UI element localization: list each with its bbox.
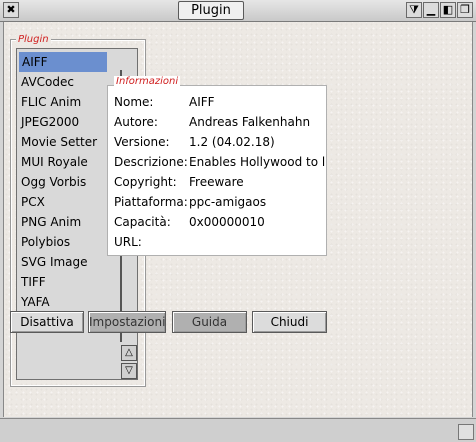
- info-value: AIFF: [189, 95, 215, 109]
- info-value: 0x00000010: [189, 215, 265, 229]
- info-label: URL:: [114, 235, 142, 249]
- close-icon[interactable]: ✖: [3, 2, 19, 18]
- plugin-group-label: Plugin: [16, 34, 51, 45]
- disable-button[interactable]: Disattiva: [10, 311, 84, 333]
- info-panel: Nome: AIFF Autore: Andreas Falkenhahn Versio…: [107, 85, 327, 256]
- window-title: Plugin: [178, 1, 244, 20]
- settings-button[interactable]: Impostazioni: [88, 311, 166, 333]
- plugin-list-item[interactable]: Ogg Vorbis: [18, 172, 106, 192]
- plugin-list-item[interactable]: Movie Setter: [18, 132, 106, 152]
- plugin-list-item[interactable]: PNG Anim: [18, 212, 106, 232]
- plugin-list-item[interactable]: Polybios: [18, 232, 106, 252]
- info-label: Versione:: [114, 135, 170, 149]
- close-button[interactable]: Chiudi: [252, 311, 327, 333]
- title-bar: ✖ Plugin ⧩ ▁ ◧ ❐: [0, 0, 476, 22]
- plugin-list-item[interactable]: SVG Image: [18, 252, 106, 272]
- zoom-icon[interactable]: ◧: [440, 2, 456, 18]
- window-front-icon[interactable]: ❐: [457, 2, 473, 18]
- info-label: Nome:: [114, 95, 154, 109]
- plugin-list-item[interactable]: YAFA: [18, 292, 106, 312]
- info-label: Autore:: [114, 115, 158, 129]
- info-value: Enables Hollywood to l: [189, 155, 326, 169]
- plugin-list-item[interactable]: AIFF: [19, 52, 107, 72]
- info-value: ppc-amigaos: [189, 195, 267, 209]
- plugin-list-item[interactable]: JPEG2000: [18, 112, 106, 132]
- info-label: Piattaforma:: [114, 195, 188, 209]
- info-value: Andreas Falkenhahn: [189, 115, 311, 129]
- plugin-list-item[interactable]: PCX: [18, 192, 106, 212]
- plugin-list-item[interactable]: AVCodec: [18, 72, 106, 92]
- info-label: Copyright:: [114, 175, 177, 189]
- info-value: 1.2 (04.02.18): [189, 135, 275, 149]
- info-label: Descrizione:: [114, 155, 188, 169]
- iconify-icon[interactable]: ▁: [423, 2, 439, 18]
- plugin-list-item[interactable]: FLIC Anim: [18, 92, 106, 112]
- info-label: Capacità:: [114, 215, 171, 229]
- plugin-list-item[interactable]: MUI Royale: [18, 152, 106, 172]
- resize-handle-icon[interactable]: [458, 424, 474, 440]
- status-bar: [0, 418, 476, 442]
- help-button[interactable]: Guida: [172, 311, 247, 333]
- plugin-list-item[interactable]: TIFF: [18, 272, 106, 292]
- info-value: Freeware: [189, 175, 244, 189]
- scroll-down-icon[interactable]: ▽: [121, 363, 137, 379]
- depth-icon[interactable]: ⧩: [406, 2, 422, 18]
- info-panel-label: Informazioni: [114, 76, 181, 87]
- scroll-up-icon[interactable]: △: [121, 345, 137, 361]
